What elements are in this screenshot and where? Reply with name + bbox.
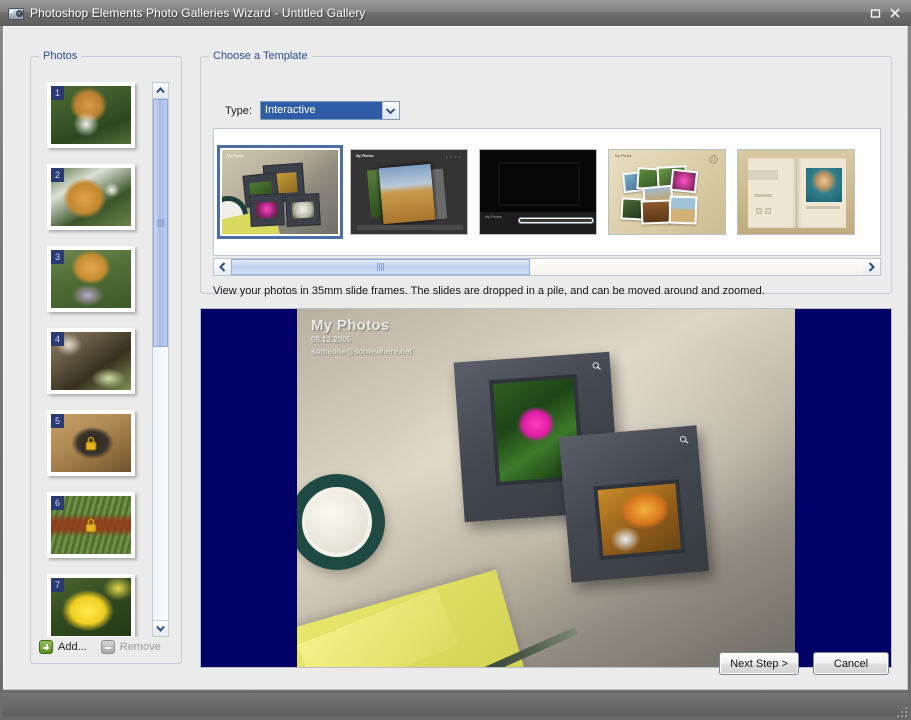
list-item[interactable]: 1	[47, 82, 135, 148]
photos-panel-label: Photos	[39, 50, 82, 62]
list-item[interactable]: 3	[47, 246, 135, 312]
photo-number-badge: 1	[51, 86, 64, 100]
photo-thumbnail-4: 4	[51, 332, 131, 390]
chevron-down-icon[interactable]	[153, 620, 168, 636]
photo-thumbnail-1: 1	[51, 86, 131, 144]
next-step-button[interactable]: Next Step >	[719, 652, 799, 675]
preview-email: someone@somewhere.net	[311, 346, 413, 356]
template-thumbnail-slide-frames-on-desk[interactable]: My Photos	[217, 145, 343, 239]
list-item[interactable]: 6	[47, 492, 135, 558]
choose-template-label: Choose a Template	[209, 50, 312, 62]
gallery-preview[interactable]: My Photos 08.12.2005 someone@somewhere.n…	[200, 308, 892, 668]
lock-icon	[85, 518, 97, 533]
photo-thumbnail-3: 3	[51, 250, 131, 308]
photos-panel: Photos 1 2 3 4 5 6 7 Add... Remove	[30, 50, 182, 664]
template-strip-scrollbar[interactable]	[213, 258, 881, 276]
cancel-button[interactable]: Cancel	[813, 652, 889, 675]
preview-date: 08.12.2005	[311, 335, 352, 344]
wizard-window: Photoshop Elements Photo Galleries Wizar…	[0, 0, 911, 720]
minus-icon	[100, 640, 115, 654]
photo-number-badge: 3	[51, 250, 64, 264]
photo-list: 1 2 3 4 5 6 7	[45, 82, 169, 637]
slide-orange-flowers[interactable]	[558, 425, 710, 583]
template-title: My Photos	[356, 154, 374, 158]
list-item[interactable]: 5	[47, 410, 135, 476]
photo-thumbnail-6: 6	[51, 496, 131, 554]
preview-stage[interactable]: My Photos 08.12.2005 someone@somewhere.n…	[297, 309, 795, 667]
template-thumbnail-vintage-map-postage-stamps[interactable]: My Photos	[608, 149, 726, 235]
choose-template-panel: Choose a Template Type: Interactive My P…	[200, 50, 892, 297]
remove-photos-button[interactable]: Remove	[100, 640, 161, 654]
photo-number-badge: 5	[51, 414, 64, 428]
add-photos-label: Add...	[58, 641, 87, 653]
scrollbar-track[interactable]	[231, 259, 863, 275]
lock-icon	[85, 436, 97, 451]
preview-header: My Photos 08.12.2005 someone@somewhere.n…	[311, 317, 412, 357]
magnifier-icon[interactable]	[679, 435, 689, 445]
photo-thumbnail-2: 2	[51, 168, 131, 226]
template-thumbnail-dark-carousel-landscape[interactable]: My Photos ▪ ▪ ▪ ▪	[350, 149, 468, 235]
camera-icon	[8, 6, 24, 21]
list-item[interactable]: 7	[47, 574, 135, 637]
template-title: My Photos	[485, 215, 502, 219]
photo-number-badge: 2	[51, 168, 64, 182]
photo-number-badge: 4	[51, 332, 64, 346]
type-row: Type: Interactive	[225, 101, 400, 120]
add-photos-button[interactable]: Add...	[39, 640, 87, 654]
photo-thumbnail-7: 7	[51, 578, 131, 636]
chevron-up-icon[interactable]	[153, 83, 168, 99]
template-strip[interactable]: My Photos My Photos ▪ ▪ ▪ ▪ My Photos My…	[213, 128, 881, 256]
titlebar[interactable]: Photoshop Elements Photo Galleries Wizar…	[0, 0, 911, 26]
scrollbar-track[interactable]	[153, 99, 168, 620]
statusbar	[3, 693, 908, 717]
chevron-left-icon[interactable]	[214, 259, 231, 275]
type-select-value: Interactive	[260, 102, 382, 119]
photo-number-badge: 7	[51, 578, 64, 592]
template-thumbnail-black-theater-sunset[interactable]: My Photos	[479, 149, 597, 235]
desk-ring-inner	[306, 491, 368, 553]
magnifier-icon[interactable]	[592, 361, 602, 371]
template-nav-dots: ▪ ▪ ▪ ▪	[446, 155, 461, 159]
chevron-down-icon[interactable]	[381, 102, 399, 119]
window-title: Photoshop Elements Photo Galleries Wizar…	[30, 6, 366, 20]
plus-icon	[39, 640, 53, 654]
photo-thumbnail-5: 5	[51, 414, 131, 472]
photo-actions: Add... Remove	[39, 640, 161, 654]
resize-grip[interactable]	[894, 704, 907, 717]
chevron-right-icon[interactable]	[863, 259, 880, 275]
photo-number-badge: 6	[51, 496, 64, 510]
scrollbar-thumb[interactable]	[153, 99, 168, 347]
template-description: View your photos in 35mm slide frames. T…	[213, 285, 765, 297]
list-item[interactable]: 4	[47, 328, 135, 394]
page-title: My Photos	[311, 317, 390, 334]
wizard-footer: Next Step > Cancel	[719, 652, 889, 675]
template-thumbnail-open-book-journal[interactable]	[737, 149, 855, 235]
template-title: My Photos	[227, 154, 244, 158]
preview-right-band	[795, 309, 891, 667]
type-select[interactable]: Interactive	[259, 101, 400, 120]
photo-scroll-area[interactable]: 1 2 3 4 5 6 7	[45, 82, 151, 637]
list-item[interactable]: 2	[47, 164, 135, 230]
type-label: Type:	[225, 104, 252, 117]
maximize-button[interactable]	[865, 4, 885, 22]
scrollbar-thumb[interactable]	[231, 259, 530, 275]
photo-list-scrollbar[interactable]	[152, 82, 169, 637]
template-title: My Photos	[615, 154, 632, 158]
remove-photos-label: Remove	[119, 641, 161, 653]
preview-left-band	[201, 309, 297, 667]
client-area: Photos 1 2 3 4 5 6 7 Add... Remove Choos…	[3, 26, 908, 690]
close-icon[interactable]	[885, 4, 905, 22]
